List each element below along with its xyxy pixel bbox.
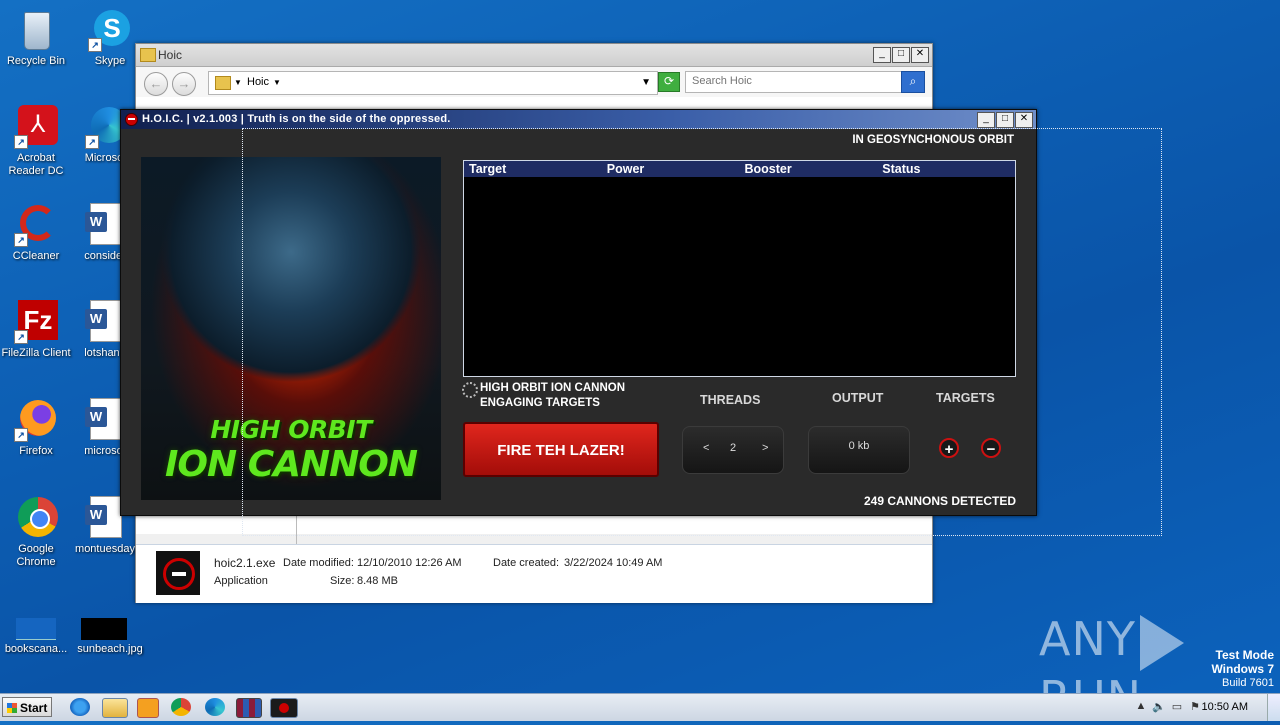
skype-icon: S ↗ xyxy=(88,8,132,52)
date-modified-label: Date modified: xyxy=(283,557,354,569)
recycle-bin-icon xyxy=(14,8,58,52)
details-pane: hoic2.1.exe Application Date modified: 1… xyxy=(136,544,932,603)
drag-selection-rectangle xyxy=(242,128,1162,536)
play-logo-icon xyxy=(1139,614,1184,671)
show-desktop-button[interactable] xyxy=(1267,694,1280,721)
test-mode-line1: Test Mode xyxy=(1215,648,1274,662)
folder-icon xyxy=(140,48,156,62)
hoic-taskbar-icon[interactable] xyxy=(270,698,298,718)
date-modified-value: 12/10/2010 12:26 AM xyxy=(357,557,462,569)
close-button[interactable]: ✕ xyxy=(911,47,929,63)
desktop-icon-ccleaner[interactable]: ↗ CCleaner xyxy=(1,203,71,263)
hoic-app-icon xyxy=(125,113,138,126)
desktop-icon-label: bookscana... xyxy=(4,643,68,655)
refresh-icon[interactable]: ⟳ xyxy=(658,72,680,92)
file-name: hoic2.1.exe xyxy=(214,556,276,570)
desktop-icon-label: Google Chrome xyxy=(16,543,56,568)
address-history-dropdown-icon[interactable]: ▼ xyxy=(641,77,651,88)
desktop-icon-filezilla[interactable]: Fz ↗ FileZilla Client xyxy=(1,300,71,360)
desktop-icon-label: Firefox xyxy=(19,445,53,457)
start-label: Start xyxy=(20,701,48,715)
desktop-icon-bookscana[interactable]: bookscana... xyxy=(1,618,71,656)
desktop-icon-label: Skype xyxy=(94,55,126,67)
edge-icon[interactable] xyxy=(205,698,225,716)
desktop-icon-label: Acrobat Reader DC xyxy=(8,152,64,177)
winrar-icon[interactable] xyxy=(236,698,262,718)
action-center-flag-icon[interactable]: ⚑ xyxy=(1188,700,1202,714)
clock[interactable]: 10:50 AM xyxy=(1202,701,1248,713)
date-created-value: 3/22/2024 10:49 AM xyxy=(564,557,663,569)
watermark-text-any: ANY xyxy=(1039,612,1136,666)
minimize-button[interactable]: _ xyxy=(977,112,995,128)
desktop-icon-label: FileZilla Client xyxy=(1,347,71,359)
chrome-icon[interactable] xyxy=(171,698,191,716)
search-box[interactable]: ⌕ xyxy=(685,71,925,93)
file-type: Application xyxy=(214,575,268,587)
explorer-address-bar: ← → ▼ Hoic ▼ ▼ ⟳ ⌕ xyxy=(136,67,932,98)
hoic-title: H.O.I.C. | v2.1.003 | Truth is on the si… xyxy=(142,113,451,125)
volume-icon[interactable]: 🔈 xyxy=(1152,700,1166,714)
desktop-icon-chrome[interactable]: Google Chrome xyxy=(1,496,71,569)
chrome-icon xyxy=(14,496,58,540)
date-created-label: Date created: xyxy=(493,557,560,569)
folder-icon xyxy=(215,76,231,90)
close-button[interactable]: ✕ xyxy=(1015,112,1033,128)
test-mode-notice: Test Mode Windows 7 Build 7601 xyxy=(1211,648,1274,690)
taskbar: Start ▲ 🔈 ▭ ⚑ 10:50 AM xyxy=(0,693,1280,721)
desktop-icon-firefox[interactable]: ↗ Firefox xyxy=(1,398,71,458)
explorer-title: Hoic xyxy=(158,48,183,62)
network-icon[interactable]: ▭ xyxy=(1170,700,1184,714)
desktop-icon-acrobat[interactable]: ⅄ ↗ Acrobat Reader DC xyxy=(1,105,71,178)
minimize-button[interactable]: _ xyxy=(873,47,891,63)
search-icon[interactable]: ⌕ xyxy=(901,71,925,93)
forward-button[interactable]: → xyxy=(172,72,196,96)
chevron-down-icon[interactable]: ▼ xyxy=(273,78,281,87)
hoic-title-bar[interactable]: H.O.I.C. | v2.1.003 | Truth is on the si… xyxy=(121,110,1036,129)
test-mode-line3: Build 7601 xyxy=(1222,677,1274,689)
desktop-icon-label: montuesday xyxy=(75,543,135,555)
ccleaner-icon: ↗ xyxy=(14,203,58,247)
maximize-button[interactable]: □ xyxy=(892,47,910,63)
file-explorer-icon[interactable] xyxy=(102,698,128,718)
firefox-icon: ↗ xyxy=(14,398,58,442)
windows-logo-icon xyxy=(7,703,17,713)
filezilla-icon: Fz ↗ xyxy=(14,300,58,344)
test-mode-line2: Windows 7 xyxy=(1211,662,1274,676)
desktop-icon-label: sunbeach.jpg xyxy=(77,643,143,655)
desktop-icon-label: Recycle Bin xyxy=(6,55,66,67)
desktop-icon-recycle-bin[interactable]: Recycle Bin xyxy=(1,8,71,68)
desktop-icon-sunbeach[interactable]: sunbeach.jpg xyxy=(75,618,145,656)
maximize-button[interactable]: □ xyxy=(996,112,1014,128)
size-value: 8.48 MB xyxy=(357,575,398,587)
start-button[interactable]: Start xyxy=(2,697,52,717)
image-thumbnail-icon xyxy=(14,618,58,640)
chevron-down-icon[interactable]: ▼ xyxy=(234,78,242,87)
breadcrumb[interactable]: Hoic xyxy=(247,76,269,88)
back-button[interactable]: ← xyxy=(144,72,168,96)
acrobat-icon: ⅄ ↗ xyxy=(14,105,58,149)
search-input[interactable] xyxy=(686,72,902,90)
explorer-title-bar[interactable]: Hoic _ □ ✕ xyxy=(136,44,932,67)
image-thumbnail-icon xyxy=(81,618,132,640)
media-player-icon[interactable] xyxy=(137,698,159,718)
desktop-icon-label: CCleaner xyxy=(12,250,60,262)
show-hidden-icons-button[interactable]: ▲ xyxy=(1134,700,1148,714)
size-label: Size: xyxy=(330,575,355,587)
internet-explorer-icon[interactable] xyxy=(70,698,90,716)
hoic-app-icon xyxy=(156,551,200,595)
address-field[interactable]: ▼ Hoic ▼ ▼ xyxy=(208,71,658,95)
